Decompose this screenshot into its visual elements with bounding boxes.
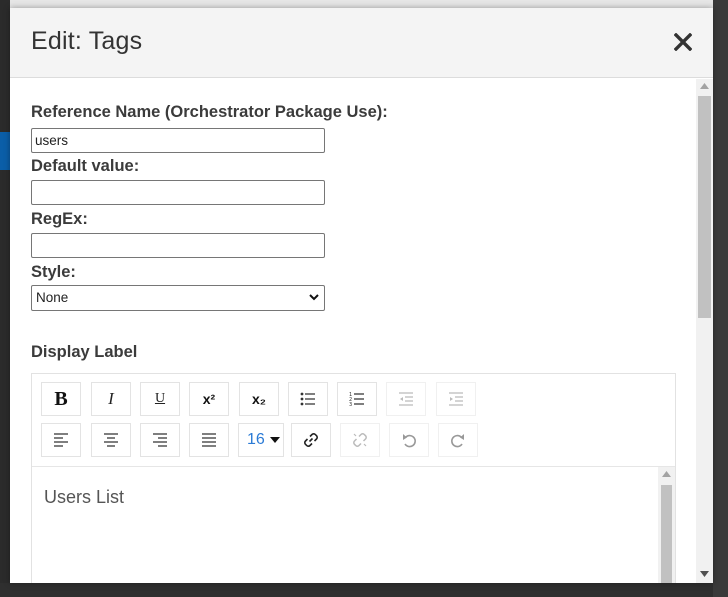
regex-input[interactable] (31, 233, 325, 258)
editor-toolbar: B I U x² x₂ 1 2 3 16 (32, 374, 675, 466)
style-label: Style: (31, 263, 76, 281)
align-center-icon (104, 433, 118, 447)
subscript-icon: x₂ (251, 391, 266, 407)
undo-button[interactable] (389, 423, 429, 457)
align-left-button[interactable] (41, 423, 81, 457)
subscript-button[interactable]: x₂ (239, 382, 279, 416)
bulleted-list-button[interactable] (288, 382, 328, 416)
insert-link-button[interactable] (291, 423, 331, 457)
background-bottom (0, 583, 728, 597)
bulleted-list-icon (300, 392, 315, 406)
undo-icon (403, 434, 416, 448)
reference-name-label: Reference Name (Orchestrator Package Use… (31, 103, 388, 121)
outdent-icon (399, 392, 413, 406)
italic-button[interactable]: I (91, 382, 131, 416)
font-size-value: 16 (247, 431, 265, 448)
align-left-icon (54, 433, 68, 447)
background-sidebar (0, 0, 10, 597)
font-size-dropdown[interactable]: 16 (238, 423, 284, 457)
underline-button[interactable]: U (140, 382, 180, 416)
svg-text:3: 3 (349, 402, 352, 407)
background-right-edge (713, 0, 728, 597)
scroll-up-arrow-icon[interactable] (662, 471, 671, 477)
dialog-scrollbar-thumb[interactable] (698, 96, 711, 318)
redo-icon (451, 434, 464, 448)
bold-button[interactable]: B (41, 382, 81, 416)
background-sidebar-active (0, 132, 10, 170)
display-label-heading: Display Label (31, 343, 138, 361)
editor-scrollbar-thumb[interactable] (661, 485, 672, 583)
bold-icon: B (54, 387, 68, 410)
redo-button[interactable] (438, 423, 478, 457)
numbered-list-button[interactable]: 1 2 3 (337, 382, 377, 416)
chevron-down-icon (309, 294, 319, 301)
editor-text: Users List (44, 487, 125, 507)
close-button[interactable] (670, 29, 696, 55)
style-select[interactable]: None (31, 285, 325, 311)
indent-button[interactable] (436, 382, 476, 416)
align-right-button[interactable] (140, 423, 180, 457)
background-toolbar (0, 0, 728, 8)
dialog-body: Reference Name (Orchestrator Package Use… (10, 79, 696, 583)
justify-button[interactable] (189, 423, 229, 457)
align-center-button[interactable] (91, 423, 131, 457)
underline-icon: U (154, 391, 166, 406)
italic-icon: I (108, 389, 114, 408)
editor-scrollbar[interactable] (658, 467, 675, 583)
dialog-title: Edit: Tags (31, 27, 143, 55)
align-right-icon (153, 433, 167, 447)
justify-icon (202, 433, 216, 447)
superscript-icon: x² (202, 391, 216, 407)
dialog-scrollbar[interactable] (696, 79, 713, 583)
scroll-up-arrow-icon[interactable] (700, 83, 709, 89)
close-icon (674, 33, 692, 51)
indent-icon (449, 392, 463, 406)
numbered-list-icon: 1 2 3 (349, 392, 364, 407)
superscript-button[interactable]: x² (189, 382, 229, 416)
caret-down-icon (269, 437, 280, 443)
style-select-value: None (36, 290, 69, 305)
rich-text-editor: B I U x² x₂ 1 2 3 16 Users List (31, 373, 676, 583)
link-icon (304, 433, 318, 447)
dialog-header: Edit: Tags (10, 8, 713, 78)
regex-label: RegEx: (31, 210, 88, 228)
scroll-down-arrow-icon[interactable] (700, 571, 709, 577)
edit-dialog: Edit: Tags Reference Name (Orchestrator … (10, 8, 713, 583)
unlink-button[interactable] (340, 423, 380, 457)
outdent-button[interactable] (386, 382, 426, 416)
editor-content-area[interactable]: Users List (32, 466, 675, 583)
unlink-icon (353, 433, 367, 447)
default-value-label: Default value: (31, 157, 140, 175)
default-value-input[interactable] (31, 180, 325, 205)
reference-name-input[interactable] (31, 128, 325, 153)
